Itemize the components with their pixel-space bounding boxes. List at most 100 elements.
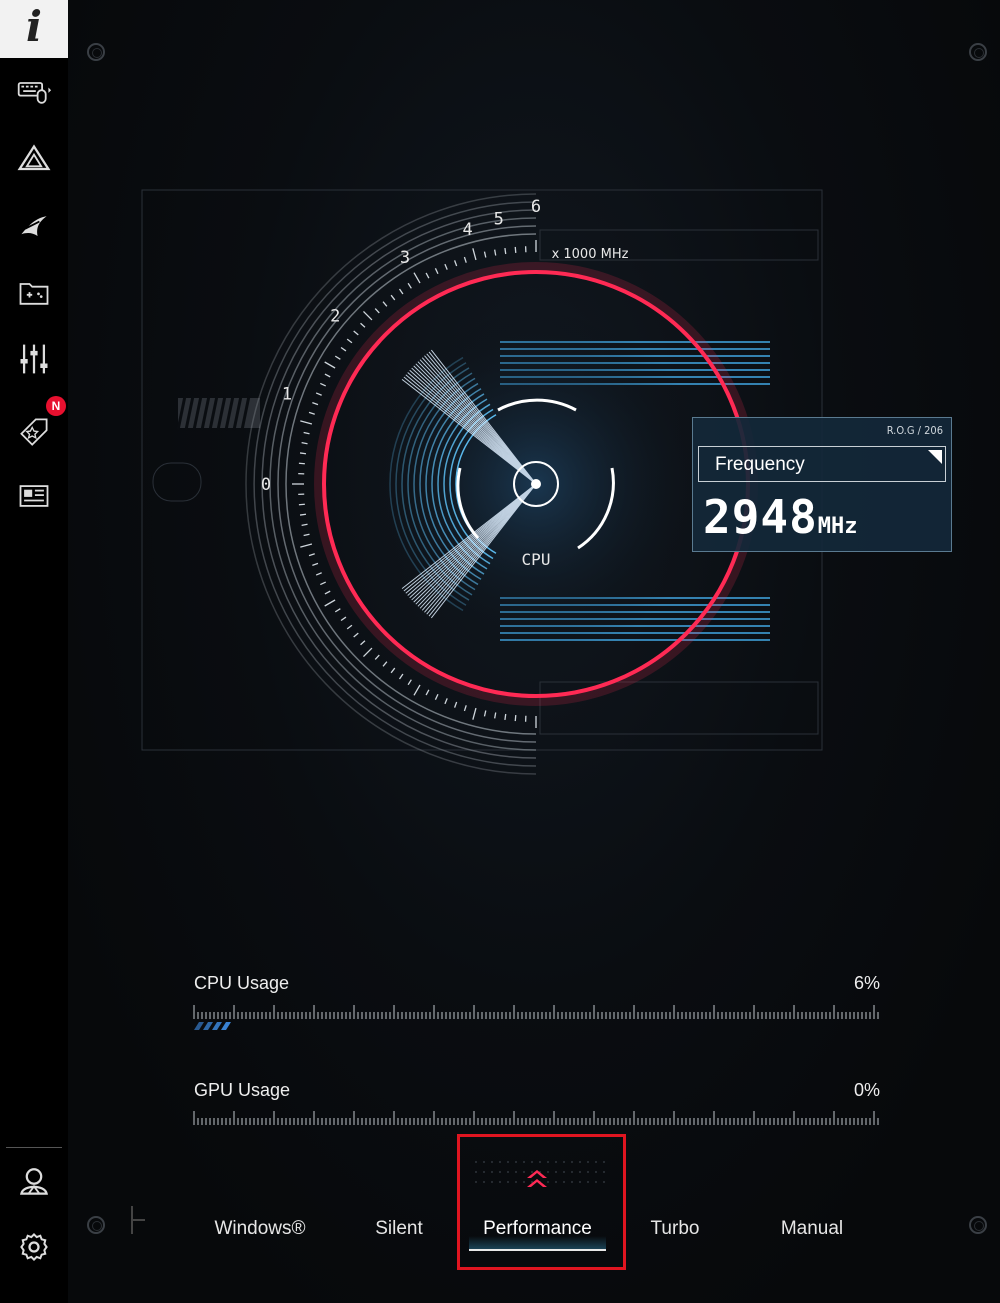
gauge-tick [425, 689, 430, 696]
gauge-tick [453, 701, 458, 708]
gauge-center-label: CPU [522, 550, 551, 569]
gauge-tick [353, 632, 359, 638]
gauge-tick [382, 661, 388, 667]
gauge-tick [308, 553, 315, 557]
gauge-scale-label: 3 [400, 248, 410, 268]
gpu-usage-meter [193, 1111, 879, 1125]
gauge-tick [407, 282, 412, 289]
gauge-tick [390, 667, 396, 674]
gauge-tick [407, 679, 412, 686]
gauge-tick [346, 338, 353, 344]
gauge-tick [298, 503, 305, 506]
gauge-tick [463, 256, 467, 263]
gauge-tick [472, 248, 477, 261]
gauge-tick [324, 373, 331, 378]
cpu-usage-fill-segment [221, 1022, 231, 1030]
selected-mode-highlight [457, 1134, 626, 1270]
gauge-tick [299, 513, 307, 516]
gauge-tick [301, 442, 308, 445]
gauge-tick [324, 599, 336, 607]
gauge-scale-label: 5 [494, 210, 504, 230]
frequency-label-box: Frequency [698, 446, 946, 482]
cpu-usage-fill-segment [212, 1022, 222, 1030]
cpu-usage-meter [193, 1005, 879, 1019]
gauge-tick [299, 452, 307, 455]
gauge-tick [308, 411, 315, 415]
cpu-usage-fill-segment [203, 1022, 213, 1030]
frequency-tag: R.O.G / 206 [886, 424, 943, 437]
gauge-tick [434, 268, 439, 275]
gauge-tick [494, 249, 497, 256]
gauge-tick [413, 272, 421, 284]
gauge-tick [444, 263, 448, 270]
cpu-usage-fill-segment [194, 1022, 204, 1030]
frequency-card: R.O.G / 206 Frequency 2948MHz [692, 417, 952, 552]
gauge-unit-label: x 1000 MHz [552, 247, 629, 262]
gauge-tick [340, 346, 347, 352]
gauge-tick [324, 590, 331, 595]
gauge-tick [312, 562, 319, 567]
gauge-scale-label: 1 [282, 384, 292, 404]
gauge-tick [453, 260, 458, 267]
gauge-tick [390, 294, 396, 301]
gauge-scale-label: 2 [330, 307, 340, 327]
gauge-tick [320, 581, 327, 586]
gauge-tick [463, 705, 467, 712]
gauge-tick [363, 311, 373, 321]
gauge-tick [374, 308, 380, 314]
gauge-tick [514, 246, 517, 253]
gpu-usage-label: GPU Usage [194, 1080, 291, 1100]
gauge-tick [324, 361, 336, 369]
gauge-tick [434, 693, 439, 700]
gauge-tick [504, 713, 507, 721]
gauge-tick [398, 673, 404, 680]
gauge-tick [494, 712, 497, 719]
frequency-readout: 2948MHz [703, 490, 858, 544]
gauge-tick [504, 247, 507, 255]
frequency-label: Frequency [715, 454, 805, 475]
left-marker [133, 1219, 145, 1221]
frequency-unit: MHz [817, 514, 858, 539]
cpu-usage-fill [194, 1022, 231, 1030]
gauge-tick [363, 647, 373, 657]
mode-tab-silent[interactable]: Silent [360, 1218, 438, 1240]
gauge-tick [303, 533, 310, 537]
cpu-usage-value: 6% [853, 973, 880, 993]
corner-triangle-icon [928, 450, 942, 464]
gauge-tick [300, 543, 313, 548]
gauge-tick [315, 572, 322, 576]
gauge-tick [298, 462, 305, 465]
gauge-tick [315, 392, 322, 396]
gauge-tick [300, 420, 313, 425]
gauge-scale-label: 6 [531, 197, 541, 217]
gauge-tick [413, 684, 421, 696]
gauge-tick [398, 288, 404, 295]
frequency-value: 2948 [703, 490, 818, 544]
gauge-tick [334, 355, 341, 360]
gauge-tick [346, 624, 353, 630]
cpu-usage-label: CPU Usage [194, 973, 290, 993]
gauge-tick [483, 710, 487, 717]
cpu-gauge: 0 1 2 3 4 5 6 x 1000 MHz CPU [141, 189, 823, 775]
gauge-tick [334, 608, 341, 613]
gauge-scale-label: 4 [463, 220, 473, 240]
gauge-tick [360, 640, 366, 646]
mode-tab-windows[interactable]: Windows® [204, 1218, 316, 1240]
gauge-tick [320, 382, 327, 387]
gauge-tick [425, 272, 430, 279]
gauge-tick [360, 322, 366, 328]
mode-tab-turbo[interactable]: Turbo [640, 1218, 710, 1240]
gauge-tick [382, 301, 388, 307]
gauge-tick [444, 698, 448, 705]
gauge-tick [301, 523, 308, 526]
gauge-tick [312, 401, 319, 406]
gauge-tick [303, 431, 310, 435]
gauge-tick [340, 616, 347, 622]
mode-tab-manual[interactable]: Manual [770, 1218, 854, 1240]
gauge-tick [483, 251, 487, 258]
gauge-tick [472, 707, 477, 720]
gauge-tick [514, 715, 517, 722]
gauge-scale-label: 0 [261, 475, 271, 495]
gpu-usage-value: 0% [853, 1080, 880, 1100]
gauge-tick [374, 654, 380, 660]
